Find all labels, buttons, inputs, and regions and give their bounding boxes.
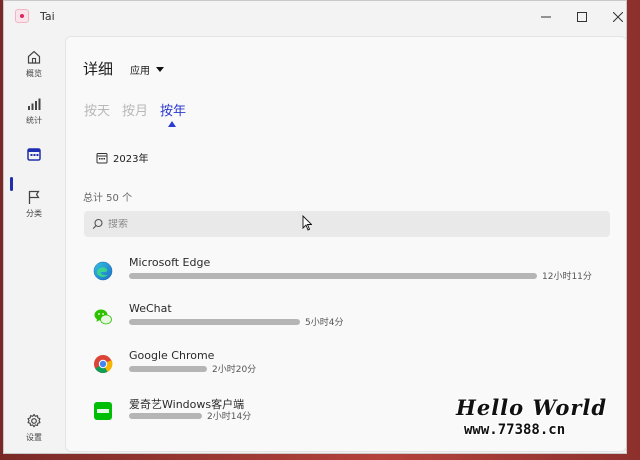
home-icon xyxy=(27,50,41,64)
list-item[interactable]: Microsoft Edge 12小时11分 xyxy=(66,249,626,295)
sidebar-item-label: 分类 xyxy=(26,209,42,218)
bar-chart-icon xyxy=(28,98,41,110)
caret-down-icon xyxy=(156,66,164,72)
mouse-cursor-icon xyxy=(302,215,312,231)
close-icon xyxy=(613,12,623,22)
sidebar-item-label: 统计 xyxy=(26,116,42,125)
maximize-icon xyxy=(577,12,587,22)
usage-bar xyxy=(129,413,202,419)
details-panel: 详细 应用 按天 按月 按年 2023年 总计 50 个 搜索 Microsof… xyxy=(65,36,626,452)
app-name: WeChat xyxy=(129,302,172,315)
usage-bar xyxy=(129,319,300,325)
window-title: Tai xyxy=(40,10,55,23)
sidebar-item-label: 概览 xyxy=(26,69,42,78)
watermark: Hello World www.77388.cn xyxy=(456,395,616,443)
usage-duration: 5小时4分 xyxy=(305,318,344,328)
app-window: Tai 概览 统计 分类 设置 详细 应用 按天 按月 按年 2023年 总计 … xyxy=(3,0,627,454)
usage-duration: 2小时20分 xyxy=(212,365,257,375)
calendar-icon xyxy=(96,152,108,163)
tab-indicator xyxy=(168,121,176,127)
close-button[interactable] xyxy=(596,1,626,33)
app-name: Google Chrome xyxy=(129,349,215,362)
watermark-title: Hello World xyxy=(456,395,608,420)
sidebar-item-overview[interactable]: 概览 xyxy=(4,45,64,89)
sidebar-item-statistics[interactable]: 统计 xyxy=(4,92,64,136)
app-logo-icon xyxy=(15,9,29,23)
sidebar-item-categories[interactable]: 分类 xyxy=(4,185,64,229)
page-title: 详细 xyxy=(83,60,114,78)
search-input[interactable] xyxy=(108,218,588,230)
list-item[interactable]: Google Chrome 2小时20分 xyxy=(66,342,626,388)
search-icon xyxy=(92,218,103,230)
sidebar-item-details[interactable] xyxy=(4,142,64,186)
watermark-url: www.77388.cn xyxy=(464,422,566,438)
usage-duration: 12小时11分 xyxy=(542,272,592,282)
period-tabs: 按天 按月 按年 xyxy=(84,100,186,119)
tab-month[interactable]: 按月 xyxy=(122,100,148,119)
tab-day[interactable]: 按天 xyxy=(84,100,110,119)
year-picker[interactable]: 2023年 xyxy=(96,150,148,165)
sidebar-item-label: 设置 xyxy=(26,433,42,442)
dropdown-value: 应用 xyxy=(130,65,150,77)
usage-bar xyxy=(129,366,207,372)
sidebar: 概览 统计 分类 设置 xyxy=(4,33,64,453)
sidebar-item-settings[interactable]: 设置 xyxy=(4,409,64,453)
title-bar: Tai xyxy=(4,1,626,33)
usage-duration: 2小时14分 xyxy=(207,412,252,422)
iqiyi-icon xyxy=(94,402,112,420)
wechat-icon xyxy=(94,309,112,325)
gear-icon xyxy=(27,413,41,428)
total-count: 总计 50 个 xyxy=(83,193,133,204)
edge-icon xyxy=(93,261,113,281)
tab-year[interactable]: 按年 xyxy=(160,100,186,119)
view-type-dropdown[interactable]: 应用 xyxy=(130,61,164,77)
search-box xyxy=(84,211,610,237)
app-name: Microsoft Edge xyxy=(129,256,211,269)
usage-bar xyxy=(129,273,537,279)
year-value: 2023年 xyxy=(113,154,149,165)
calendar-icon xyxy=(27,148,41,161)
list-item[interactable]: WeChat 5小时4分 xyxy=(66,295,626,341)
chrome-icon xyxy=(94,355,113,374)
minimize-icon xyxy=(541,16,551,18)
flag-icon xyxy=(28,190,40,204)
